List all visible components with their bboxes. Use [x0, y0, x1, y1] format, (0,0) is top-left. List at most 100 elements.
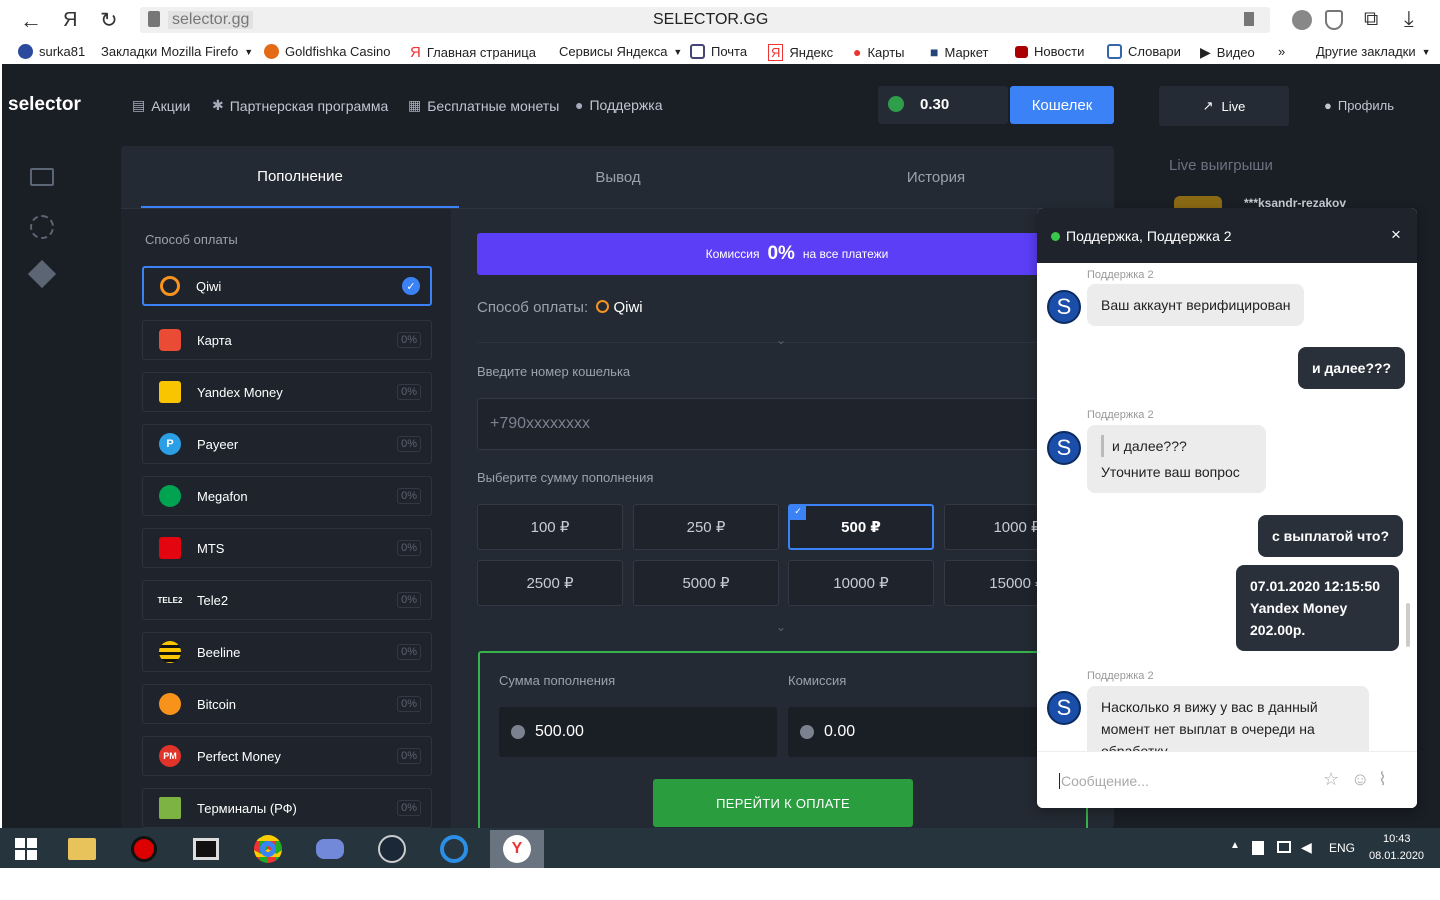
- nav-partner[interactable]: ✱ Партнерская программа: [212, 97, 388, 114]
- pay-button[interactable]: ПЕРЕЙТИ К ОПЛАТЕ: [653, 779, 913, 827]
- message-line: Насколько я вижу у вас в данный: [1101, 699, 1318, 715]
- extension-icon[interactable]: ⧉: [1364, 8, 1378, 31]
- method-bitcoin[interactable]: Bitcoin 0%: [142, 684, 432, 724]
- method-fee: 0%: [397, 800, 421, 816]
- bookmark-flag-icon[interactable]: [1244, 12, 1254, 26]
- reload-icon[interactable]: ↻: [100, 8, 118, 33]
- bookmark-goldfishka[interactable]: Goldfishka Casino: [264, 44, 391, 59]
- tray-chevron-icon[interactable]: ▲: [1230, 840, 1240, 851]
- method-card[interactable]: Карта 0%: [142, 320, 432, 360]
- method-tele2[interactable]: TELE2 Tele2 0%: [142, 580, 432, 620]
- file-explorer-icon[interactable]: [62, 830, 102, 868]
- method-terminals[interactable]: Терминалы (РФ) 0%: [142, 788, 432, 828]
- record-app-icon[interactable]: [124, 830, 164, 868]
- message-incoming: и далее??? Уточните ваш вопрос: [1087, 425, 1266, 493]
- globe-icon[interactable]: [1292, 10, 1312, 30]
- video-editor-icon[interactable]: [186, 830, 226, 868]
- bookmark-surka81[interactable]: surka81: [18, 44, 85, 59]
- site-logo[interactable]: selector: [8, 94, 81, 116]
- bookmark-maps[interactable]: ● Карты: [853, 44, 905, 60]
- method-perfect-money[interactable]: PM Perfect Money 0%: [142, 736, 432, 776]
- method-fee: 0%: [397, 384, 421, 400]
- tab-deposit[interactable]: Пополнение: [141, 146, 459, 208]
- pay-button-label: ПЕРЕЙТИ К ОПЛАТЕ: [716, 795, 850, 811]
- network-icon[interactable]: [1277, 841, 1291, 853]
- bookmark-other[interactable]: Другие закладки ▼: [1316, 44, 1431, 59]
- method-qiwi[interactable]: Qiwi ✓: [142, 266, 432, 306]
- uplay-icon[interactable]: [434, 830, 474, 868]
- discord-icon[interactable]: [310, 830, 350, 868]
- wallet-input[interactable]: +790xxxxxxxx: [477, 398, 1042, 450]
- attach-icon[interactable]: ⌇: [1378, 769, 1387, 790]
- method-mts[interactable]: MTS 0%: [142, 528, 432, 568]
- bookmark-icon: [264, 44, 279, 59]
- volume-icon[interactable]: ◀: [1301, 839, 1312, 856]
- bookmark-video[interactable]: ▶ Видео: [1200, 44, 1255, 61]
- clock-time[interactable]: 10:43: [1383, 833, 1411, 845]
- live-label: Live: [1221, 98, 1246, 114]
- bookmark-services[interactable]: Сервисы Яндекса ▼: [559, 44, 682, 59]
- bookmark-yandex[interactable]: Я Яндекс: [768, 44, 833, 61]
- tab-history[interactable]: История: [777, 146, 1095, 208]
- bookmarks-bar: surka81 Закладки Mozilla Firefo ▼ Goldfis…: [0, 40, 1440, 64]
- wallet-button[interactable]: Кошелек: [1010, 86, 1114, 124]
- nav-free-coins[interactable]: ▦ Бесплатные монеты: [408, 97, 559, 114]
- message-text: с выплатой что?: [1272, 528, 1389, 544]
- message-incoming: Насколько я вижу у вас в данный момент н…: [1087, 686, 1369, 751]
- bookmarks-overflow[interactable]: »: [1278, 44, 1285, 59]
- language-indicator[interactable]: ENG: [1329, 841, 1355, 855]
- user-icon: ●: [1324, 98, 1332, 113]
- dice-icon[interactable]: [27, 259, 57, 289]
- tab-withdraw[interactable]: Вывод: [459, 146, 777, 208]
- yandex-browser-icon[interactable]: Y: [490, 830, 544, 868]
- nav-support[interactable]: ● Поддержка: [575, 97, 663, 113]
- method-beeline[interactable]: Beeline 0%: [142, 632, 432, 672]
- star-icon[interactable]: ☆: [1323, 769, 1339, 790]
- roulette-icon[interactable]: [30, 215, 54, 239]
- live-button[interactable]: ↗ Live: [1159, 86, 1289, 126]
- sum-field: 500.00: [499, 707, 777, 757]
- tab-label: Вывод: [595, 168, 641, 186]
- yandex-logo[interactable]: Я: [63, 9, 77, 32]
- amount-10000[interactable]: 10000 ₽: [788, 560, 934, 606]
- steam-icon[interactable]: [372, 830, 412, 868]
- amount-100[interactable]: 100 ₽: [477, 504, 623, 550]
- address-bar[interactable]: selector.gg SELECTOR.GG: [140, 7, 1270, 33]
- nav-label: Бесплатные монеты: [427, 97, 560, 114]
- flag-icon[interactable]: [1252, 841, 1264, 855]
- live-win-thumb: [1174, 196, 1222, 208]
- chat-scrollbar[interactable]: [1406, 603, 1410, 647]
- slots-icon[interactable]: [30, 168, 54, 186]
- bookmark-mozilla[interactable]: Закладки Mozilla Firefo ▼: [101, 44, 253, 59]
- method-fee: 0%: [397, 644, 421, 660]
- bookmark-mail[interactable]: Почта: [690, 44, 747, 59]
- clock-date[interactable]: 08.01.2020: [1369, 850, 1424, 862]
- amount-250[interactable]: 250 ₽: [633, 504, 779, 550]
- bookmark-label: Видео: [1216, 45, 1255, 60]
- bookmark-dictionaries[interactable]: Словари: [1107, 44, 1181, 59]
- chevron-down-icon: ⌄: [776, 333, 787, 347]
- mail-icon: [690, 44, 705, 59]
- selected-label-text: Способ оплаты:: [477, 299, 589, 316]
- amount-2500[interactable]: 2500 ₽: [477, 560, 623, 606]
- chrome-icon[interactable]: [248, 830, 288, 868]
- bookmark-market[interactable]: ■ Маркет: [930, 44, 989, 60]
- emoji-icon[interactable]: ☺: [1351, 769, 1369, 790]
- download-icon[interactable]: ⤓: [1404, 6, 1414, 32]
- message-input[interactable]: Сообщение...: [1059, 773, 1149, 789]
- method-payeer[interactable]: P Payeer 0%: [142, 424, 432, 464]
- news-icon: [1015, 45, 1028, 58]
- shield-icon[interactable]: [1325, 10, 1343, 30]
- bookmark-icon: [18, 44, 33, 59]
- bookmark-home[interactable]: Я Главная страница: [410, 44, 536, 61]
- bookmark-news[interactable]: Новости: [1015, 44, 1084, 59]
- windows-start-icon[interactable]: [6, 830, 46, 868]
- method-megafon[interactable]: Megafon 0%: [142, 476, 432, 516]
- back-arrow-icon[interactable]: ←: [20, 8, 42, 34]
- nav-promotions[interactable]: ▤ Акции: [132, 97, 190, 114]
- method-yandex[interactable]: Yandex Money 0%: [142, 372, 432, 412]
- close-icon[interactable]: ×: [1391, 225, 1401, 245]
- amount-500[interactable]: ✓ 500 ₽: [788, 504, 934, 550]
- profile-link[interactable]: ● Профиль: [1324, 98, 1394, 113]
- amount-5000[interactable]: 5000 ₽: [633, 560, 779, 606]
